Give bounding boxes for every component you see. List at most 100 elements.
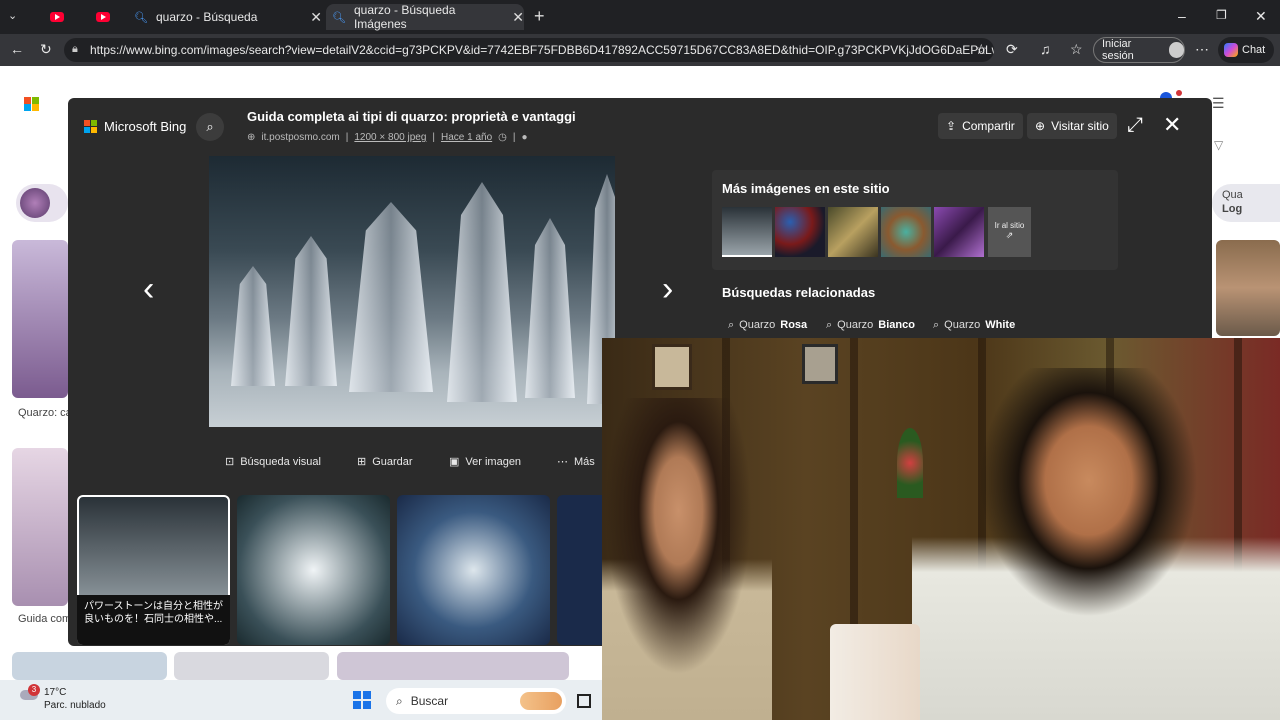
strip-thumbnail[interactable] xyxy=(237,495,390,645)
microsoft-logo-icon xyxy=(84,119,98,134)
result-thumbnail[interactable] xyxy=(12,448,68,606)
view-image-icon: ▣ xyxy=(449,456,460,468)
site-image-thumbnail[interactable] xyxy=(775,207,825,257)
extension-icon[interactable]: ⟳ xyxy=(1006,41,1018,58)
search-icon: ⌕ xyxy=(396,693,403,708)
back-icon[interactable]: ← xyxy=(10,41,24,57)
task-view-icon[interactable] xyxy=(577,694,591,708)
tab-quarzo-busqueda[interactable]: 🔍︎ quarzo - Búsqueda ✕ xyxy=(128,4,322,30)
related-prefix: Quarzo xyxy=(837,319,874,331)
copilot-chat-button[interactable]: Chat xyxy=(1218,37,1274,63)
webcam-overlay xyxy=(602,338,1280,720)
result-thumbnail[interactable] xyxy=(12,240,68,398)
avatar-icon xyxy=(1168,42,1184,58)
related-searches-title: Búsquedas relacionadas xyxy=(722,285,876,300)
go-to-site-tile[interactable]: Ir al sitio ⇗ xyxy=(988,207,1031,257)
more-icon: ⋯ xyxy=(557,456,568,468)
youtube-icon xyxy=(50,12,64,22)
site-image-thumbnail[interactable] xyxy=(881,207,931,257)
go-to-site-label: Ir al sitio xyxy=(994,221,1025,230)
address-bar[interactable]: https://www.bing.com/images/search?view=… xyxy=(64,38,994,62)
viewer-search-button[interactable]: ⌕ xyxy=(196,113,224,141)
lock-icon[interactable]: 🔒︎ xyxy=(72,43,78,56)
windows-start-icon[interactable] xyxy=(353,691,371,709)
reload-icon[interactable]: ↻ xyxy=(40,41,52,58)
info-icon[interactable]: ● xyxy=(522,132,528,143)
previous-arrow-icon[interactable]: ‹ xyxy=(143,270,154,309)
separator: | xyxy=(432,132,435,143)
favorites-icon[interactable]: ☆ xyxy=(1070,41,1083,58)
visual-search-button[interactable]: ⊡ Búsqueda visual xyxy=(225,455,321,469)
view-image-button[interactable]: ▣ Ver imagen xyxy=(449,455,521,469)
person-right xyxy=(912,368,1280,720)
tab-youtube-1[interactable] xyxy=(38,4,78,30)
result-thumbnail[interactable] xyxy=(1216,240,1280,336)
fullscreen-icon[interactable]: ⤢ xyxy=(1127,114,1143,137)
age-link[interactable]: Hace 1 año xyxy=(441,132,492,143)
window-close-icon[interactable]: ✕ xyxy=(1255,8,1267,25)
close-icon[interactable]: ✕ xyxy=(512,9,524,26)
maximize-icon[interactable]: ❐ xyxy=(1216,8,1227,22)
strip-thumbnail[interactable] xyxy=(397,495,550,645)
hamburger-menu-icon[interactable]: ☰ xyxy=(1212,95,1225,112)
new-tab-icon[interactable]: + xyxy=(534,6,545,27)
related-search-chip[interactable]: ⌕ Quarzo White xyxy=(933,316,1015,334)
tab-list-icon[interactable]: ⌄ xyxy=(8,9,17,22)
next-arrow-icon[interactable]: › xyxy=(662,270,673,309)
bing-logo[interactable]: Microsoft Bing xyxy=(84,119,186,134)
search-label: Buscar xyxy=(410,694,449,708)
close-viewer-icon[interactable]: ✕ xyxy=(1163,112,1181,138)
save-label: Guardar xyxy=(372,455,413,468)
result-thumbnail[interactable] xyxy=(12,652,167,680)
tab-label: quarzo - Búsqueda Imágenes xyxy=(353,3,456,31)
weather-widget[interactable]: 3 17°C Parc. nublado xyxy=(20,684,106,712)
temperature: 17°C xyxy=(44,687,67,698)
favorite-star-icon[interactable]: ☆ xyxy=(975,41,988,58)
save-button[interactable]: ⊞ Guardar xyxy=(357,455,413,469)
notification-badge: 3 xyxy=(28,684,40,696)
chip-thumbnail xyxy=(20,188,50,218)
read-aloud-icon[interactable]: ♫ xyxy=(1040,41,1051,57)
site-image-thumbnail[interactable] xyxy=(722,207,772,257)
more-options-icon[interactable]: ⋯ xyxy=(1195,41,1209,58)
result-thumbnail[interactable] xyxy=(174,652,329,680)
save-icon: ⊞ xyxy=(357,456,367,468)
copilot-icon xyxy=(1224,43,1238,57)
notification-dot xyxy=(1176,90,1182,96)
related-bold: White xyxy=(985,319,1016,331)
visit-site-label: Visitar sitio xyxy=(1051,119,1109,133)
taskbar-search-box[interactable]: ⌕ Buscar xyxy=(386,688,566,714)
image-title[interactable]: Guida completa ai tipi di quarzo: propri… xyxy=(247,109,576,124)
visit-site-button[interactable]: ⊕ Visitar sitio xyxy=(1027,113,1117,139)
picture-frame xyxy=(652,344,692,390)
bing-search-icon: 🔍︎ xyxy=(332,11,346,24)
related-search-chip[interactable]: ⌕ Quarzo Bianco xyxy=(826,316,915,334)
more-actions-button[interactable]: ⋯ Más xyxy=(557,455,595,469)
close-icon[interactable]: ✕ xyxy=(310,9,322,26)
more-images-title: Más imágenes en este sitio xyxy=(722,181,890,196)
site-image-thumbnail[interactable] xyxy=(934,207,984,257)
related-prefix: Quarzo xyxy=(739,319,776,331)
filter-icon[interactable]: ▽ xyxy=(1214,138,1223,152)
strip-caption: パワーストーンは自分と相性が良いものを！石同士の相性や... xyxy=(84,601,223,625)
minimize-icon[interactable]: – xyxy=(1178,8,1186,24)
main-image[interactable] xyxy=(209,156,615,427)
site-image-thumbnail[interactable] xyxy=(828,207,878,257)
result-caption[interactable]: Quarzo: ca proprietà e xyxy=(18,406,68,420)
related-search-chip[interactable]: ⌕ Quarzo Rosa xyxy=(728,316,807,334)
chat-label: Chat xyxy=(1242,44,1266,56)
person-left xyxy=(602,398,772,720)
share-button[interactable]: ⇪ Compartir xyxy=(938,113,1023,139)
tab-quarzo-imagenes[interactable]: 🔍︎ quarzo - Búsqueda Imágenes ✕ xyxy=(326,3,524,31)
result-thumbnail[interactable] xyxy=(337,652,569,680)
result-caption[interactable]: Guida com vantaggi xyxy=(18,612,68,626)
source-link[interactable]: it.postposmo.com xyxy=(261,132,339,143)
dimensions-link[interactable]: 1200 × 800 jpeg xyxy=(354,132,426,143)
sign-in-button[interactable]: Iniciar sesión xyxy=(1093,37,1185,63)
tab-youtube-2[interactable] xyxy=(86,4,122,30)
search-icon: ⌕ xyxy=(826,318,833,331)
weather-icon: 3 xyxy=(20,684,40,704)
crystal-shape xyxy=(285,236,337,386)
share-label: Compartir xyxy=(962,119,1015,133)
strip-thumbnail[interactable] xyxy=(557,495,602,645)
